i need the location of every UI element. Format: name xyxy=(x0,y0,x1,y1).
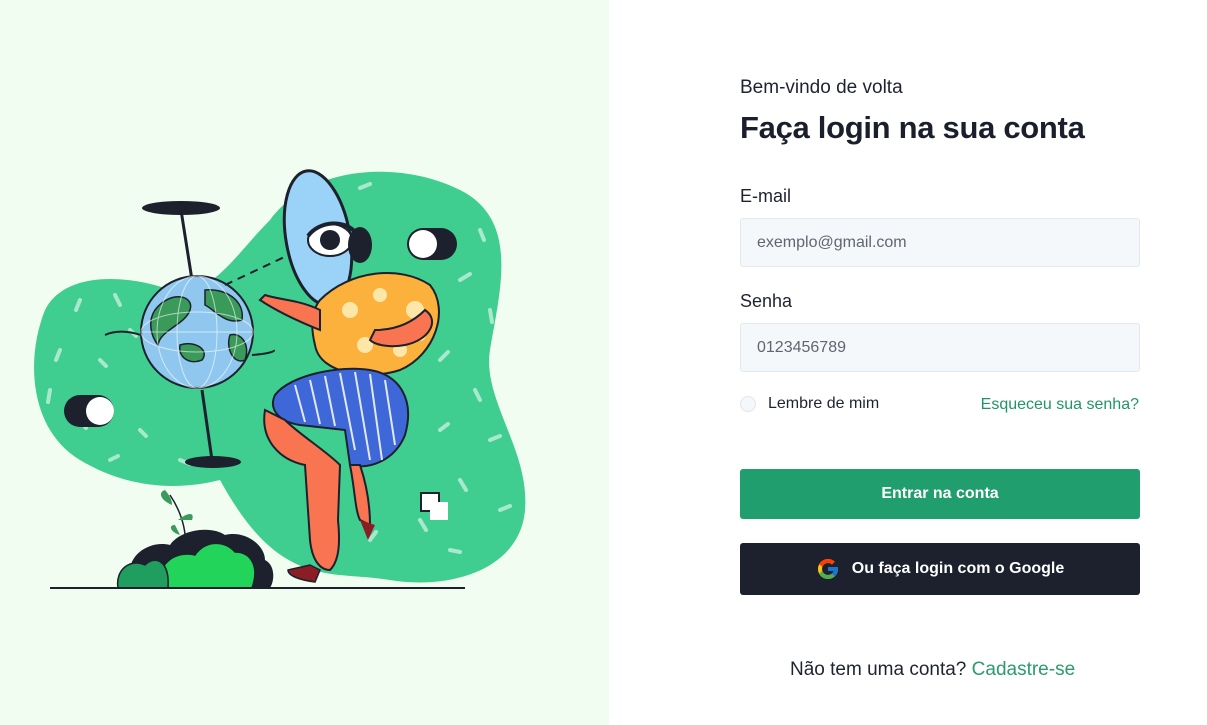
signup-question: Não tem uma conta? xyxy=(790,659,972,680)
google-icon xyxy=(817,559,838,579)
remember-me-label: Lembre de mim xyxy=(768,395,880,412)
page-title: Faça login na sua conta xyxy=(740,110,1085,145)
email-label: E-mail xyxy=(740,186,792,206)
password-input[interactable] xyxy=(740,323,1140,372)
google-button-label: Ou faça login com o Google xyxy=(851,560,1065,577)
illustration-panel xyxy=(0,0,609,725)
signup-link[interactable]: Cadastre-se xyxy=(972,659,1076,680)
password-label: Senha xyxy=(740,291,793,311)
email-input[interactable] xyxy=(740,218,1140,267)
login-button-label: Entrar na conta xyxy=(881,485,999,502)
login-button[interactable]: Entrar na conta xyxy=(740,469,1140,519)
login-illustration xyxy=(34,169,526,589)
remember-me-checkbox[interactable] xyxy=(740,396,756,412)
forgot-password-link[interactable]: Esqueceu sua senha? xyxy=(981,396,1139,414)
welcome-text: Bem-vindo de volta xyxy=(740,77,903,98)
google-login-button[interactable]: Ou faça login com o Google xyxy=(740,543,1140,595)
remember-me[interactable]: Lembre de mim xyxy=(740,395,879,413)
signup-prompt: Não tem uma conta? Cadastre-se xyxy=(0,659,1207,681)
